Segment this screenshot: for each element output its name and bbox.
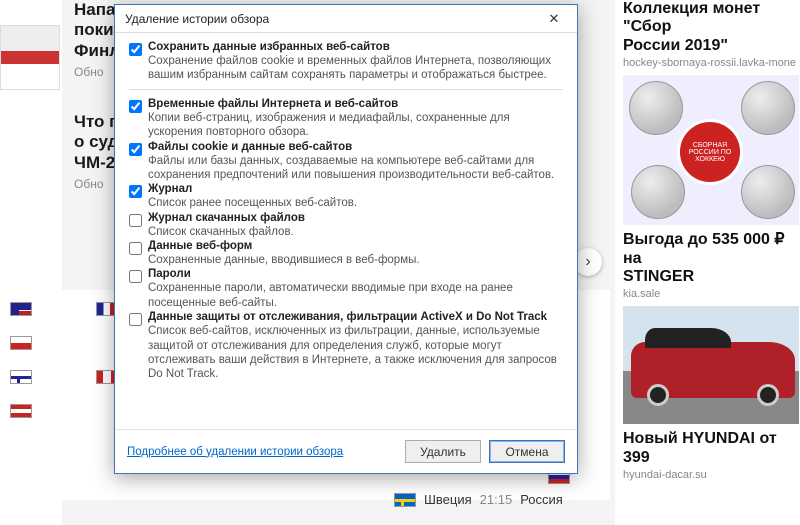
flag-us-icon — [10, 302, 32, 316]
ads-column: Коллекция монет "Сбор России 2019" hocke… — [615, 0, 800, 525]
flag-se-icon — [394, 493, 416, 507]
ad3-title: Новый HYUNDAI от 399 — [623, 430, 800, 467]
option-form-data: Данные веб-форм Сохраненные данные, ввод… — [129, 240, 563, 267]
coin-icon — [631, 165, 685, 219]
coin-icon — [741, 165, 795, 219]
match-time: 21:15 — [480, 492, 513, 507]
option-desc: Файлы или базы данных, создаваемые на ко… — [148, 154, 563, 183]
match-team2: Россия — [520, 492, 563, 507]
checkbox-preserve-favorites[interactable] — [129, 43, 142, 56]
cancel-button[interactable]: Отмена — [489, 440, 565, 463]
ad-stinger[interactable]: Выгода до 535 000 ₽ на STINGER kia.sale — [623, 231, 800, 424]
flag-fi-icon — [10, 370, 32, 384]
flag-cz-icon — [10, 336, 32, 350]
option-title: Журнал — [148, 183, 563, 195]
checkbox-cookies[interactable] — [129, 143, 142, 156]
checkbox-tracking-protection[interactable] — [129, 313, 142, 326]
checkbox-download-history[interactable] — [129, 214, 142, 227]
ad3-sub: hyundai-dacar.su — [623, 469, 800, 481]
dialog-footer: Подробнее об удалении истории обзора Уда… — [115, 429, 577, 473]
delete-button[interactable]: Удалить — [405, 440, 481, 463]
option-download-history: Журнал скачанных файлов Список скачанных… — [129, 212, 563, 239]
option-desc: Список ранее посещенных веб-сайтов. — [148, 196, 563, 210]
car-icon — [631, 342, 795, 398]
option-desc: Список веб-сайтов, исключенных из фильтр… — [148, 324, 563, 382]
chevron-right-icon: › — [585, 253, 590, 271]
close-button[interactable]: ✕ — [537, 9, 571, 29]
flag-at-icon — [10, 404, 32, 418]
learn-more-link[interactable]: Подробнее об удалении истории обзора — [127, 446, 343, 458]
dialog-titlebar[interactable]: Удаление истории обзора ✕ — [115, 5, 577, 33]
option-title: Пароли — [148, 268, 563, 280]
checkbox-temp-files[interactable] — [129, 100, 142, 113]
checkbox-form-data[interactable] — [129, 242, 142, 255]
checkbox-history[interactable] — [129, 185, 142, 198]
option-temp-files: Временные файлы Интернета и веб-сайтов К… — [129, 98, 563, 140]
option-desc: Сохраненные данные, вводившиеся в веб-фо… — [148, 253, 563, 267]
ad2-line1: Выгода до 535 000 ₽ на — [623, 231, 785, 266]
ad2-sub: kia.sale — [623, 288, 800, 300]
option-title: Данные веб-форм — [148, 240, 563, 252]
option-tracking-protection: Данные защиты от отслеживания, фильтраци… — [129, 311, 563, 382]
dialog-buttons: Удалить Отмена — [405, 440, 565, 463]
ad1-title: Коллекция монет "Сбор России 2019" — [623, 0, 800, 55]
close-icon: ✕ — [549, 11, 560, 27]
option-title: Временные файлы Интернета и веб-сайтов — [148, 98, 563, 110]
ad1-sub: hockey-sbornaya-rossii.lavka-mone — [623, 57, 800, 69]
option-history: Журнал Список ранее посещенных веб-сайто… — [129, 183, 563, 210]
option-title: Данные защиты от отслеживания, фильтраци… — [148, 311, 563, 323]
match-team1: Швеция — [424, 492, 472, 507]
coin-icon — [741, 81, 795, 135]
delete-history-dialog: Удаление истории обзора ✕ Сохранить данн… — [114, 4, 578, 474]
news-thumbnail — [0, 25, 60, 90]
option-cookies: Файлы cookie и данные веб-сайтов Файлы и… — [129, 141, 563, 183]
ad1-title-a: Коллекция монет "Сбор — [623, 0, 760, 35]
option-passwords: Пароли Сохраненные пароли, автоматически… — [129, 268, 563, 310]
option-title: Журнал скачанных файлов — [148, 212, 563, 224]
ad-hyundai[interactable]: Новый HYUNDAI от 399 hyundai-dacar.su — [623, 430, 800, 481]
wheel-icon — [647, 384, 669, 406]
dialog-title: Удаление истории обзора — [125, 12, 269, 26]
ad2-brand: STINGER — [623, 268, 694, 285]
checkbox-passwords[interactable] — [129, 270, 142, 283]
wheel-icon — [757, 384, 779, 406]
separator — [129, 89, 563, 90]
carousel-next-button[interactable]: › — [574, 248, 602, 276]
coin-icon — [629, 81, 683, 135]
option-preserve-favorites: Сохранить данные избранных веб-сайтов Со… — [129, 41, 563, 83]
ad2-image — [623, 306, 799, 424]
ad2-title: Выгода до 535 000 ₽ на STINGER — [623, 231, 800, 286]
ad1-image: СБОРНАЯ РОССИИ ПО ХОККЕЮ — [623, 75, 799, 225]
option-desc: Список скачанных файлов. — [148, 225, 563, 239]
dialog-body: Сохранить данные избранных веб-сайтов Со… — [115, 33, 577, 429]
team-badge-icon: СБОРНАЯ РОССИИ ПО ХОККЕЮ — [677, 119, 743, 185]
match-row[interactable]: Швеция 21:15 Россия — [394, 492, 563, 507]
option-desc: Копии веб-страниц, изображения и медиафа… — [148, 111, 563, 140]
ad-coins[interactable]: Коллекция монет "Сбор России 2019" hocke… — [623, 0, 800, 225]
option-title: Сохранить данные избранных веб-сайтов — [148, 41, 563, 53]
ad1-title-b: России 2019" — [623, 37, 728, 54]
option-desc: Сохранение файлов cookie и временных фай… — [148, 54, 563, 83]
option-desc: Сохраненные пароли, автоматически вводим… — [148, 281, 563, 310]
option-title: Файлы cookie и данные веб-сайтов — [148, 141, 563, 153]
